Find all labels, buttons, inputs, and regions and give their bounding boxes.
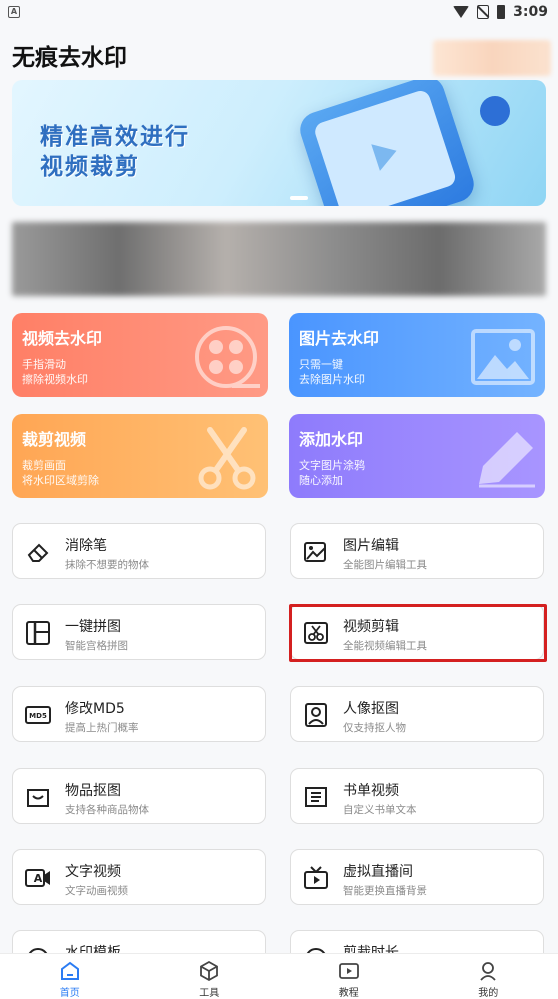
tool-card-book[interactable]: 书单视频自定义书单文本 <box>290 768 544 824</box>
tool-subtitle: 文字动画视频 <box>65 885 128 897</box>
nav-tools-label: 工具 <box>199 988 220 999</box>
film-reel-icon <box>195 326 260 388</box>
tool-title: 一键拼图 <box>65 619 121 635</box>
tool-card-image-edit[interactable]: 图片编辑全能图片编辑工具 <box>290 523 544 579</box>
card-subtitle: 裁剪画面 将水印区域剪除 <box>22 458 99 488</box>
book-icon <box>305 787 327 807</box>
card-sub-line1: 手指滑动 <box>22 358 66 371</box>
tool-title: 文字视频 <box>65 864 121 880</box>
status-icons: 3:09 <box>453 4 548 20</box>
banner-line2: 视频裁剪 <box>40 154 140 180</box>
md5-icon: MD5 <box>25 706 51 724</box>
header-blurred-ad[interactable] <box>433 40 551 76</box>
tool-subtitle: 提高上热门概率 <box>65 722 139 734</box>
nav-mine[interactable]: 我的 <box>419 954 558 999</box>
nav-home-label: 首页 <box>59 988 80 999</box>
card-sub-line1: 只需一键 <box>299 358 343 371</box>
card-title: 图片去水印 <box>299 329 380 348</box>
banner-pager-indicator <box>290 196 308 200</box>
battery-icon <box>497 5 506 19</box>
image-edit-icon <box>304 542 326 562</box>
bottom-nav: 首页 工具 教程 我的 <box>0 953 558 999</box>
home-icon <box>60 961 79 980</box>
tool-subtitle: 抹除不想要的物体 <box>65 559 149 571</box>
card-sub-line2: 将水印区域剪除 <box>22 474 99 487</box>
nav-tutorial[interactable]: 教程 <box>279 954 419 999</box>
card-sub-line2: 随心添加 <box>299 474 343 487</box>
object-cutout-icon <box>27 789 49 807</box>
icon-badge-text: MD5 <box>29 712 47 720</box>
film-reel-icon <box>480 96 510 126</box>
tool-card-collage[interactable]: 一键拼图智能宫格拼图 <box>12 604 266 660</box>
tool-subtitle: 支持各种商品物体 <box>65 804 149 816</box>
tool-card-video-cut[interactable]: 视频剪辑全能视频编辑工具 <box>290 604 544 660</box>
card-sub-line2: 擦除视频水印 <box>22 373 88 386</box>
tool-card-tv[interactable]: 虚拟直播间智能更换直播背景 <box>290 849 544 905</box>
banner-text: 精准高效进行 视频裁剪 <box>40 122 190 182</box>
tv-icon <box>304 866 328 889</box>
nav-tools[interactable]: 工具 <box>140 954 280 999</box>
card-sub-line1: 文字图片涂鸦 <box>299 459 365 472</box>
status-time: 3:09 <box>513 4 548 20</box>
crop-video-card[interactable]: 裁剪视频 裁剪画面 将水印区域剪除 <box>12 414 268 498</box>
card-sub-line2: 去除图片水印 <box>299 373 365 386</box>
nav-mine-label: 我的 <box>478 988 499 999</box>
tool-title: 修改MD5 <box>65 701 125 717</box>
tool-card-text-video[interactable]: A 文字视频文字动画视频 <box>12 849 266 905</box>
image-icon <box>471 329 535 385</box>
cube-icon <box>200 960 219 982</box>
nav-home[interactable]: 首页 <box>0 954 140 999</box>
tool-title: 视频剪辑 <box>343 619 399 635</box>
eraser-icon <box>27 543 49 562</box>
card-title: 添加水印 <box>299 430 364 449</box>
tool-title: 物品抠图 <box>65 783 121 799</box>
video-remove-watermark-card[interactable]: 视频去水印 手指滑动 擦除视频水印 <box>12 313 268 397</box>
nav-tutorial-label: 教程 <box>338 988 359 999</box>
tool-card-md5[interactable]: MD5 修改MD5 提高上热门概率 <box>12 686 266 742</box>
tool-title: 虚拟直播间 <box>343 864 413 880</box>
tool-subtitle: 自定义书单文本 <box>343 804 417 816</box>
card-title: 裁剪视频 <box>22 430 87 449</box>
notification-icon: A <box>8 6 20 18</box>
tool-subtitle: 全能图片编辑工具 <box>343 559 427 571</box>
card-subtitle: 只需一键 去除图片水印 <box>299 357 365 387</box>
tool-subtitle: 仅支持抠人物 <box>343 722 406 734</box>
wifi-icon <box>453 6 470 18</box>
tool-title: 图片编辑 <box>343 538 399 554</box>
collage-icon <box>26 621 50 645</box>
ad-placeholder[interactable] <box>12 222 546 296</box>
no-sim-icon <box>477 5 490 19</box>
card-subtitle: 手指滑动 擦除视频水印 <box>22 357 88 387</box>
card-subtitle: 文字图片涂鸦 随心添加 <box>299 458 365 488</box>
tool-subtitle: 智能宫格拼图 <box>65 640 128 652</box>
video-cut-icon <box>304 622 328 644</box>
scissors-icon <box>198 427 256 490</box>
pencil-icon <box>479 432 535 488</box>
tool-subtitle: 全能视频编辑工具 <box>343 640 427 652</box>
page-title: 无痕去水印 <box>12 45 127 71</box>
image-remove-watermark-card[interactable]: 图片去水印 只需一键 去除图片水印 <box>289 313 545 397</box>
tool-card-portrait[interactable]: 人像抠图仅支持抠人物 <box>290 686 544 742</box>
promo-banner[interactable]: 精准高效进行 视频裁剪 <box>12 80 546 206</box>
add-watermark-card[interactable]: 添加水印 文字图片涂鸦 随心添加 <box>289 414 545 498</box>
text-video-icon: A <box>25 869 50 887</box>
user-icon <box>480 962 496 981</box>
tool-subtitle: 智能更换直播背景 <box>343 885 427 897</box>
tool-card-object-cutout[interactable]: 物品抠图支持各种商品物体 <box>12 768 266 824</box>
tool-card-eraser[interactable]: 消除笔抹除不想要的物体 <box>12 523 266 579</box>
status-bar: A 3:09 <box>0 0 558 24</box>
tool-title: 人像抠图 <box>343 701 399 717</box>
tool-title: 书单视频 <box>343 783 399 799</box>
card-title: 视频去水印 <box>22 329 103 348</box>
icon-badge-text: A <box>34 872 43 885</box>
banner-line1: 精准高效进行 <box>40 124 190 150</box>
play-icon <box>338 963 359 979</box>
tool-title: 消除笔 <box>65 538 107 554</box>
portrait-icon <box>305 703 327 727</box>
phone-illustration <box>295 80 479 206</box>
card-sub-line1: 裁剪画面 <box>22 459 66 472</box>
